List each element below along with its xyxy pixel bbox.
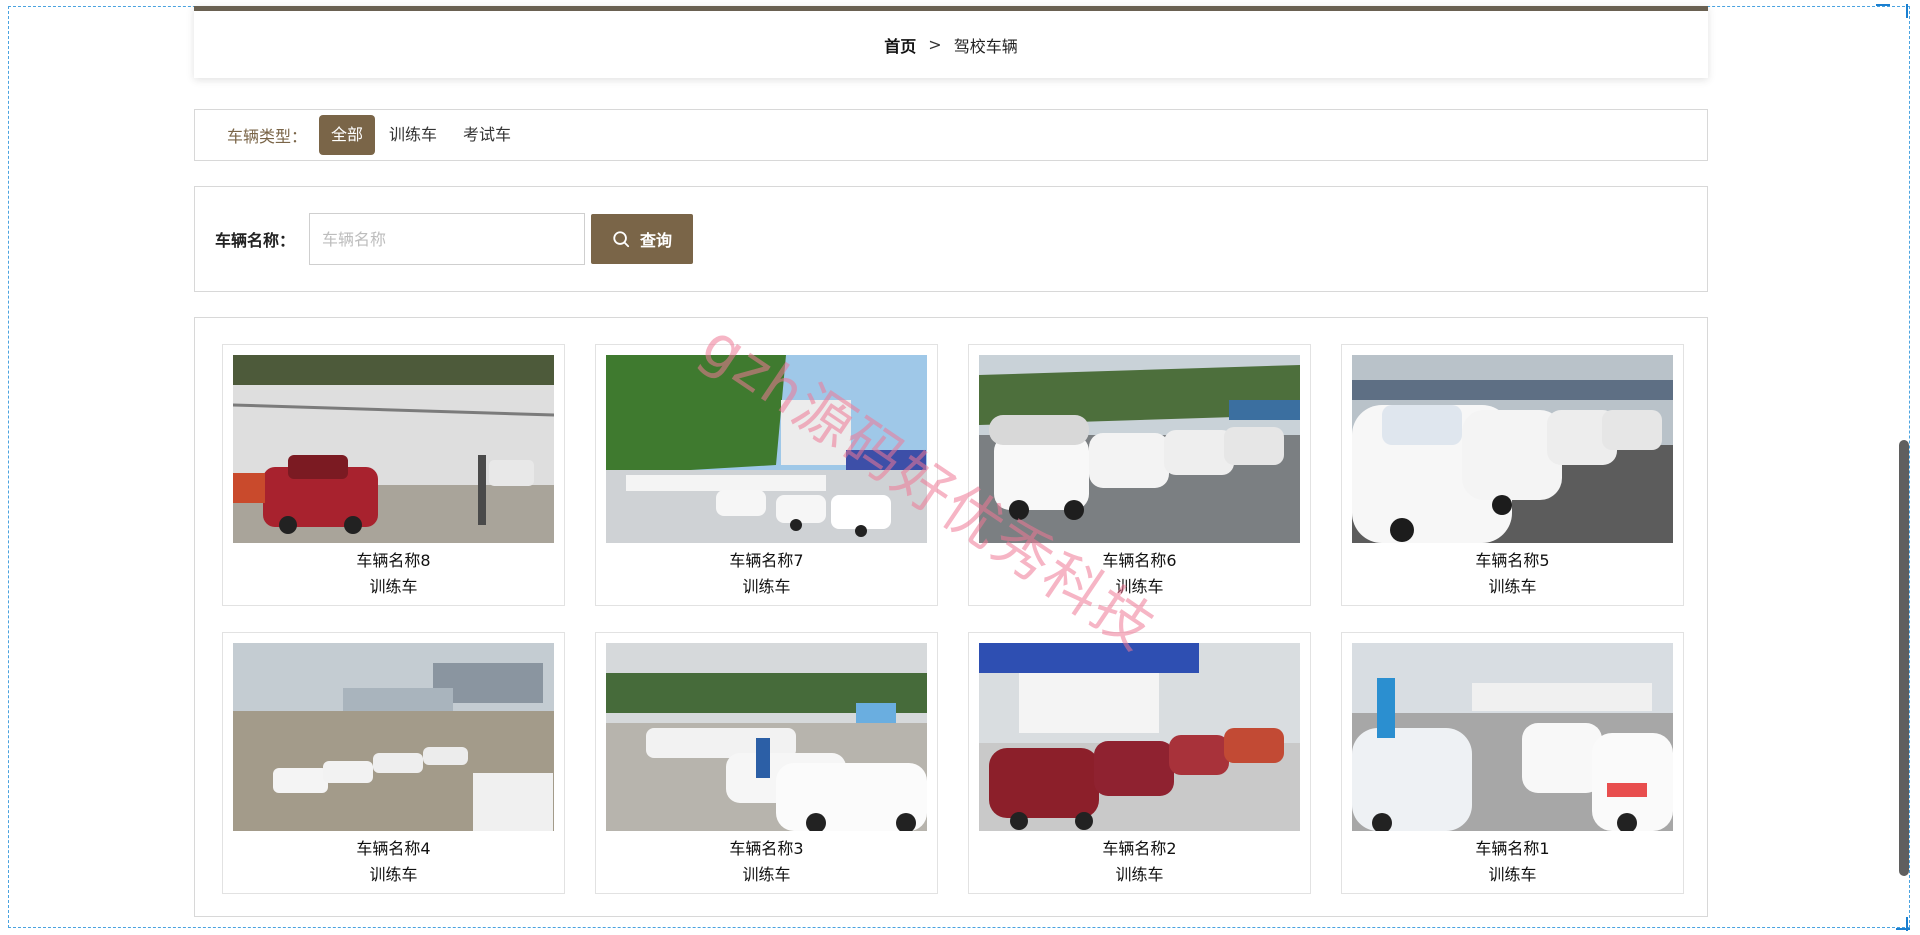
vehicle-card[interactable]: 车辆名称5 训练车 <box>1341 344 1684 606</box>
type-option-training[interactable]: 训练车 <box>377 115 449 155</box>
vehicle-type: 训练车 <box>1488 577 1537 596</box>
page-scrollbar[interactable] <box>1898 0 1910 935</box>
vehicle-name: 车辆名称2 <box>1102 839 1177 858</box>
vehicle-photo <box>606 643 927 831</box>
vehicle-name: 车辆名称1 <box>1475 839 1550 858</box>
vehicle-name: 车辆名称5 <box>1475 551 1550 570</box>
vehicle-type: 训练车 <box>369 865 418 884</box>
breadcrumb: 首页 > 驾校车辆 <box>194 6 1708 78</box>
vehicle-card[interactable]: 车辆名称1 训练车 <box>1341 632 1684 894</box>
vehicle-type: 训练车 <box>742 577 791 596</box>
vehicle-photo <box>606 355 927 543</box>
vehicle-photo <box>1352 355 1673 543</box>
breadcrumb-separator: > <box>928 35 942 54</box>
scrollbar-thumb[interactable] <box>1899 440 1909 876</box>
vehicle-photo <box>233 643 554 831</box>
vehicle-photo <box>233 355 554 543</box>
vehicle-name: 车辆名称8 <box>356 551 431 570</box>
vehicle-type: 训练车 <box>1115 865 1164 884</box>
type-option-all[interactable]: 全部 <box>319 115 376 155</box>
vehicle-card[interactable]: 车辆名称7 训练车 <box>595 344 938 606</box>
vehicle-type: 训练车 <box>1115 577 1164 596</box>
search-panel: 车辆名称： 查询 <box>194 186 1708 292</box>
vehicle-card[interactable]: 车辆名称4 训练车 <box>222 632 565 894</box>
frame-corner <box>1876 4 1890 6</box>
vehicle-photo <box>1352 643 1673 831</box>
vehicle-type: 训练车 <box>742 865 791 884</box>
breadcrumb-home[interactable]: 首页 <box>884 33 916 57</box>
vehicle-type-filter: 车辆类型： 全部 训练车 考试车 <box>194 109 1708 161</box>
search-button[interactable]: 查询 <box>591 214 694 264</box>
vehicle-card[interactable]: 车辆名称8 训练车 <box>222 344 565 606</box>
vehicle-photo <box>979 643 1300 831</box>
vehicle-name: 车辆名称3 <box>729 839 804 858</box>
vehicle-name: 车辆名称6 <box>1102 551 1177 570</box>
vehicle-type-label: 车辆类型： <box>227 127 308 146</box>
vehicle-card[interactable]: 车辆名称6 训练车 <box>968 344 1311 606</box>
vehicle-card[interactable]: 车辆名称2 训练车 <box>968 632 1311 894</box>
type-option-exam[interactable]: 考试车 <box>451 115 523 155</box>
vehicle-type: 训练车 <box>1488 865 1537 884</box>
vehicle-grid: 车辆名称8 训练车 车辆名称7 训练车 车辆名称6 训练车 车辆名称5 训练车 … <box>194 317 1708 917</box>
vehicle-photo <box>979 355 1300 543</box>
vehicle-name: 车辆名称4 <box>356 839 431 858</box>
breadcrumb-current: 驾校车辆 <box>953 36 1018 56</box>
vehicle-name-input[interactable] <box>309 213 586 265</box>
vehicle-name: 车辆名称7 <box>729 551 804 570</box>
vehicle-name-label: 车辆名称： <box>215 231 296 250</box>
vehicle-card[interactable]: 车辆名称3 训练车 <box>595 632 938 894</box>
search-icon <box>613 231 630 248</box>
vehicle-type: 训练车 <box>369 577 418 596</box>
search-button-label: 查询 <box>640 233 673 250</box>
